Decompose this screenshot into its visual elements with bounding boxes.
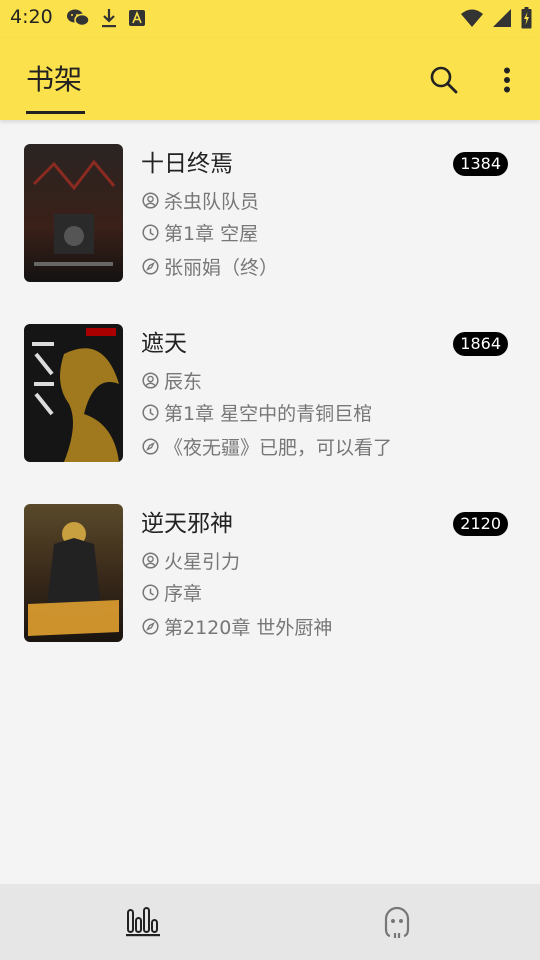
user-icon [142, 192, 159, 209]
book-item[interactable]: 逆天邪神 2120 火星引力 序章 第2120章 世外厨神 [0, 480, 540, 660]
bottom-navigation [0, 884, 540, 960]
clock-icon [142, 224, 159, 241]
book-author: 杀虫队队员 [164, 191, 260, 213]
more-vert-icon [504, 67, 510, 93]
discover-face-icon [384, 906, 410, 938]
book-author-row: 火星引力 [142, 547, 240, 574]
book-title: 逆天邪神 [141, 511, 233, 537]
text-app-icon [129, 10, 145, 26]
last-read-chapter: 第1章 星空中的青铜巨棺 [164, 403, 373, 425]
battery-charging-icon [521, 7, 532, 29]
book-cover[interactable] [24, 504, 123, 642]
bookshelf-icon [126, 907, 160, 937]
search-button[interactable] [424, 60, 464, 100]
user-icon [142, 372, 159, 389]
more-options-button[interactable] [487, 60, 527, 100]
book-title: 遮天 [141, 331, 187, 357]
user-icon [142, 552, 159, 569]
book-cover[interactable] [24, 144, 123, 282]
compass-icon [142, 618, 159, 635]
latest-chapter: 张丽娟（终） [164, 257, 279, 279]
bookshelf-list: 十日终焉 1384 杀虫队队员 第1章 空屋 张丽娟（终） 遮天 1864 辰东… [0, 120, 540, 660]
clock-icon [142, 584, 159, 601]
latest-chapter: 《夜无疆》已肥，可以看了 [164, 437, 393, 459]
book-cover[interactable] [24, 324, 123, 462]
compass-icon [142, 258, 159, 275]
search-icon [430, 66, 458, 94]
nav-discover[interactable] [262, 884, 532, 960]
book-author: 辰东 [164, 371, 203, 393]
unread-count-badge: 1384 [453, 152, 508, 176]
book-item[interactable]: 十日终焉 1384 杀虫队队员 第1章 空屋 张丽娟（终） [0, 120, 540, 300]
status-time: 4:20 [10, 6, 53, 28]
latest-chapter-row: 张丽娟（终） [142, 253, 278, 280]
last-read-chapter: 序章 [164, 583, 203, 605]
latest-chapter: 第2120章 世外厨神 [164, 617, 333, 639]
signal-icon [493, 9, 511, 27]
clock-icon [142, 404, 159, 421]
last-read-row: 第1章 空屋 [142, 219, 258, 246]
book-title: 十日终焉 [141, 151, 233, 177]
book-author-row: 杀虫队队员 [142, 187, 259, 214]
nav-bookshelf[interactable] [8, 884, 278, 960]
book-author-row: 辰东 [142, 367, 202, 394]
tab-bookshelf[interactable]: 书架 [26, 58, 82, 98]
app-bar: 书架 [0, 38, 540, 120]
latest-chapter-row: 《夜无疆》已肥，可以看了 [142, 433, 392, 460]
book-author: 火星引力 [164, 551, 241, 573]
wifi-icon [461, 9, 483, 27]
last-read-row: 第1章 星空中的青铜巨棺 [142, 399, 372, 426]
download-icon [102, 9, 116, 28]
unread-count-badge: 2120 [453, 512, 508, 536]
wechat-icon [67, 9, 90, 27]
last-read-chapter: 第1章 空屋 [164, 223, 259, 245]
tab-indicator [26, 111, 85, 114]
latest-chapter-row: 第2120章 世外厨神 [142, 613, 332, 640]
unread-count-badge: 1864 [453, 332, 508, 356]
compass-icon [142, 438, 159, 455]
status-bar: 4:20 [0, 0, 540, 38]
book-item[interactable]: 遮天 1864 辰东 第1章 星空中的青铜巨棺 《夜无疆》已肥，可以看了 [0, 300, 540, 480]
last-read-row: 序章 [142, 579, 202, 606]
